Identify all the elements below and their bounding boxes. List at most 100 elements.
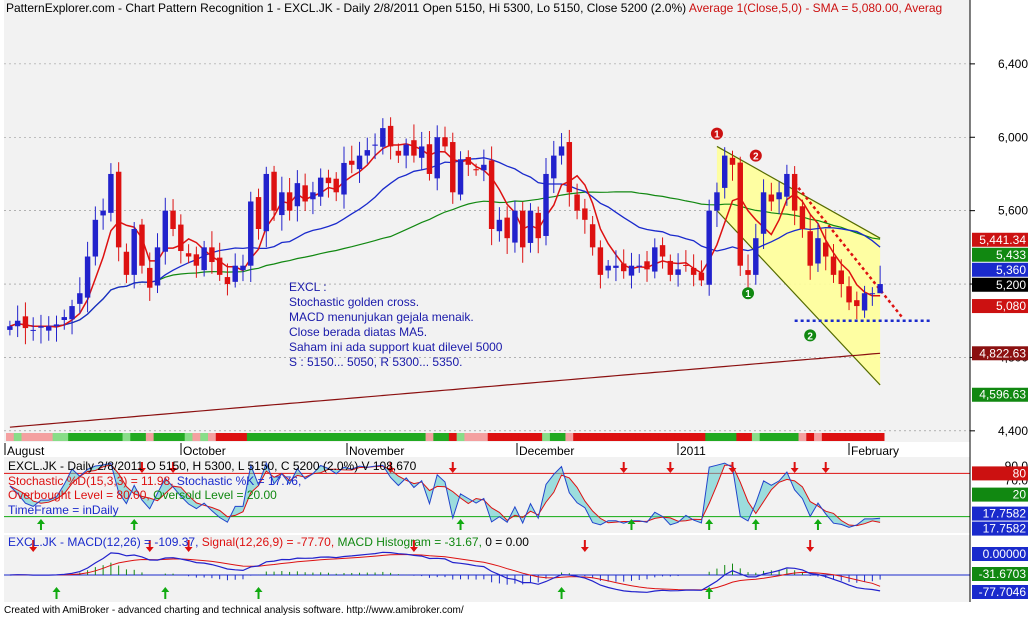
ribbon-segment [6, 433, 15, 441]
ribbon-segment [138, 433, 147, 441]
candle-body [861, 293, 868, 311]
ribbon-segment [114, 433, 124, 441]
ribbon-segment [223, 433, 232, 441]
ribbon-segment [254, 433, 263, 441]
price-value-tag: 4,596.63 [979, 388, 1026, 402]
ribbon-segment [650, 433, 660, 441]
stoch-legend-line-4: TimeFrame = inDaily [8, 503, 119, 517]
ribbon-segment [829, 433, 838, 441]
ribbon-segment [876, 433, 885, 441]
candle-body [77, 293, 83, 304]
ribbon-segment [332, 433, 341, 441]
ribbon-segment [161, 433, 170, 441]
ribbon-segment [479, 433, 489, 441]
stoch-oversold-tag: 20 [1013, 488, 1027, 502]
ribbon-segment [60, 433, 69, 441]
date-label-august: August [7, 444, 45, 458]
ribbon-segment [720, 433, 730, 441]
ribbon-segment [52, 433, 61, 441]
candle-body [53, 324, 60, 327]
ribbon-segment [394, 433, 403, 441]
chart-canvas[interactable]: 1212 4,4004,8005,2005,6006,0006,40090.07… [0, 0, 1031, 616]
ribbon-segment [277, 433, 287, 441]
ribbon-segment [75, 433, 85, 441]
price-header-ma: Average 1(Close,5,0) - SMA = 5,080.00, A… [689, 1, 942, 15]
annotation-line-2: Stochastic golden cross. [289, 295, 419, 309]
ribbon-segment [456, 433, 465, 441]
candle-body [753, 238, 759, 275]
stoch-d-tag: 17.7582 [983, 522, 1027, 536]
candle-body [683, 264, 689, 266]
candle-body [791, 173, 798, 211]
macd-signal-tag: -77.7046 [979, 585, 1027, 599]
candle-body [349, 160, 355, 165]
ribbon-segment [790, 433, 800, 441]
ribbon-segment [666, 433, 675, 441]
candle-body [286, 192, 293, 211]
ribbon-segment [542, 433, 551, 441]
candle-body [465, 157, 472, 165]
candle-body [543, 173, 549, 236]
ribbon-segment [309, 433, 318, 441]
candle-body [799, 206, 806, 229]
candle-body [558, 146, 565, 156]
candle-body [496, 219, 503, 232]
macd-zero-tag: 0.00000 [983, 547, 1027, 561]
candle-body [193, 254, 200, 266]
stoch-k-tag: 17.7582 [983, 507, 1027, 521]
ribbon-segment [627, 433, 636, 441]
ribbon-segment [122, 433, 131, 441]
candle-body [566, 142, 573, 193]
trend-ribbon [6, 433, 885, 441]
candle-body [504, 217, 510, 239]
ribbon-segment [814, 433, 823, 441]
candle-body [178, 224, 184, 252]
ribbon-segment [200, 433, 209, 441]
ribbon-segment [293, 433, 302, 441]
ribbon-segment [736, 433, 745, 441]
macd-hist-tag: -31.6703 [979, 567, 1027, 581]
candle-body [457, 159, 464, 195]
ribbon-segment [767, 433, 776, 441]
signal-label: Signal(12,26,9) = -77.70, [198, 535, 334, 549]
ribbon-segment [363, 433, 372, 441]
date-label-october: October [183, 444, 226, 458]
candle-body [659, 245, 666, 257]
candle-body [838, 270, 844, 285]
candle-body [628, 265, 635, 276]
price-header-main: PatternExplorer.com - Chart Pattern Reco… [6, 1, 689, 15]
ribbon-segment [316, 433, 326, 441]
candle-body [574, 194, 580, 211]
pattern-marker-label: 2 [753, 152, 759, 163]
ribbon-segment [285, 433, 294, 441]
candle-body [512, 210, 518, 243]
candle-body [667, 260, 674, 275]
ribbon-segment [91, 433, 100, 441]
candle-body [224, 277, 231, 285]
candle-body [115, 171, 122, 248]
ribbon-segment [744, 433, 753, 441]
ribbon-segment [503, 433, 512, 441]
ribbon-segment [557, 433, 566, 441]
candle-body [131, 229, 137, 275]
ribbon-segment [192, 433, 201, 441]
ribbon-segment [441, 433, 450, 441]
y-tick-label: 6,000 [998, 130, 1028, 144]
ribbon-segment [215, 433, 225, 441]
candle-body [636, 265, 642, 267]
candle-body [473, 169, 479, 171]
ribbon-segment [99, 433, 108, 441]
ribbon-segment [231, 433, 240, 441]
stoch-k-label: Stochastic %K = 17.76, [174, 474, 302, 488]
candle-body [675, 269, 681, 275]
date-label-2011: 2011 [680, 444, 706, 458]
candle-body [317, 177, 324, 197]
ribbon-segment [301, 433, 310, 441]
ribbon-segment [852, 433, 862, 441]
ribbon-segment [169, 433, 178, 441]
price-value-tag: 5,441.34 [979, 233, 1026, 247]
candle-body [201, 247, 207, 271]
candle-body [123, 251, 130, 275]
candle-body [644, 261, 650, 270]
ribbon-segment [526, 433, 535, 441]
